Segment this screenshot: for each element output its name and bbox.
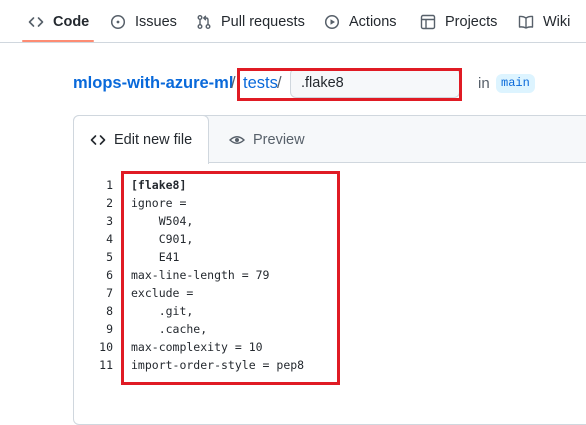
tab-edit-new-file[interactable]: Edit new file [73,115,209,164]
breadcrumb-separator: / [277,74,282,92]
code-line: 7 exclude = [74,284,586,302]
code-icon [28,16,44,27]
code-line: 3 W504, [74,212,586,230]
code-line: 4 C901, [74,230,586,248]
breadcrumb-directory-link[interactable]: tests [243,74,278,93]
file-editor: Edit new file Preview 1 [flake8] 2 ignore … [73,115,586,425]
line-number: 4 [106,232,113,246]
pull-request-icon [197,14,211,29]
tab-edit-label: Edit new file [114,132,193,148]
code-line: 5 E41 [74,248,586,266]
tab-projects[interactable]: Projects [420,0,497,43]
tab-preview-label: Preview [253,131,305,148]
line-text: [flake8] [131,178,187,192]
breadcrumb-repo-link[interactable]: mlops-with-azure-ml [73,74,233,93]
tab-code-label: Code [53,13,90,30]
line-text: C901, [131,232,194,246]
code-line: 11 import-order-style = pep8 [74,356,586,374]
table-icon [420,14,436,29]
tab-code[interactable]: Code [28,0,89,43]
tab-actions[interactable]: Actions [324,0,397,43]
branch-badge: main [496,74,535,93]
line-text: .cache, [131,322,208,336]
active-tab-underline [22,40,94,42]
tab-wiki[interactable]: Wiki [518,0,570,43]
line-number: 10 [99,340,113,354]
tab-issues[interactable]: Issues [110,0,177,43]
code-line: 10 max-complexity = 10 [74,338,586,356]
line-text: .git, [131,304,194,318]
eye-icon [229,135,245,144]
line-number: 6 [106,268,113,282]
repo-nav: Code Issues Pull requests Actions Projec… [0,0,586,43]
code-line: 1 [flake8] [74,176,586,194]
line-number: 1 [106,178,113,192]
line-text: exclude = [131,286,194,300]
code-line: 8 .git, [74,302,586,320]
tab-pull-requests[interactable]: Pull requests [196,0,305,43]
tab-wiki-label: Wiki [543,13,571,30]
tab-pull-requests-label: Pull requests [221,13,305,30]
line-text: W504, [131,214,194,228]
code-line: 2 ignore = [74,194,586,212]
line-number: 11 [99,358,113,372]
line-number: 8 [106,304,113,318]
tab-actions-label: Actions [349,13,397,30]
play-circle-icon [324,14,340,29]
line-number: 9 [106,322,113,336]
filename-input[interactable] [290,68,460,98]
line-number: 2 [106,196,113,210]
tab-preview[interactable]: Preview [229,116,305,163]
line-text: import-order-style = pep8 [131,358,305,372]
issue-circle-icon [110,14,126,29]
line-number: 7 [106,286,113,300]
code-icon [90,135,106,145]
line-text: E41 [131,250,180,264]
code-line: 9 .cache, [74,320,586,338]
line-number: 3 [106,214,113,228]
line-text: ignore = [131,196,187,210]
branch-in-label: in [478,75,490,92]
breadcrumb-separator: / [231,74,236,92]
line-text: max-line-length = 79 [131,268,270,282]
line-text: max-complexity = 10 [131,340,263,354]
code-line: 6 max-line-length = 79 [74,266,586,284]
editor-tabbar: Edit new file Preview [73,115,586,164]
book-icon [518,15,534,29]
line-number: 5 [106,250,113,264]
tab-issues-label: Issues [135,13,177,30]
tab-projects-label: Projects [445,13,498,30]
